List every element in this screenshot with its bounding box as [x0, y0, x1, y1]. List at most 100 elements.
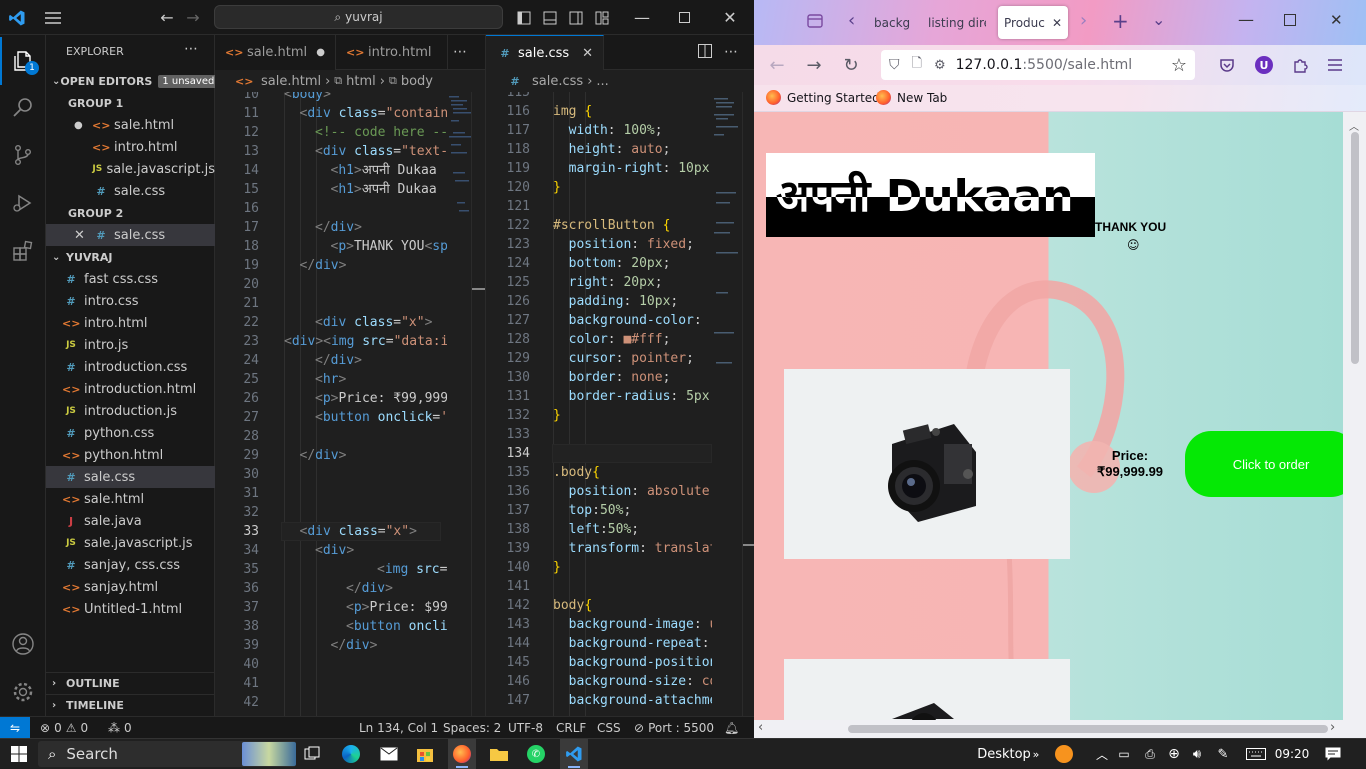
extensions-icon[interactable] [0, 227, 46, 275]
breadcrumb-body[interactable]: body [401, 74, 433, 89]
maximize-icon[interactable] [664, 0, 704, 35]
breadcrumb-html[interactable]: html [346, 74, 376, 89]
taskbar-search[interactable]: ⌕ Search [38, 741, 296, 767]
firefox-view-icon[interactable] [806, 12, 824, 34]
breadcrumb-file[interactable]: sale.css [532, 74, 583, 89]
tab-intro-html[interactable]: <> intro.html [336, 35, 448, 70]
editor-more-icon[interactable]: ⋯ [453, 44, 467, 60]
extensions-puzzle-icon[interactable] [1285, 45, 1315, 85]
live-server-port[interactable]: ⊘ Port : 5500 [634, 717, 714, 739]
source-control-icon[interactable] [0, 131, 46, 179]
ff-close-icon[interactable]: ✕ [1330, 11, 1343, 29]
cursor-position[interactable]: Ln 134, Col 1 [359, 717, 438, 739]
language-mode[interactable]: CSS [597, 717, 621, 739]
notification-center-icon[interactable] [1320, 739, 1346, 769]
click-to-order-button[interactable]: Click to order [1185, 431, 1343, 497]
tab-close-icon[interactable]: ✕ [1052, 16, 1062, 30]
nav-forward-icon[interactable]: → [178, 0, 208, 35]
breadcrumb-more[interactable]: ... [596, 74, 608, 89]
folder-header[interactable]: ⌄ YUVRAJ [46, 246, 215, 268]
outline-header[interactable]: › OUTLINE [46, 672, 215, 694]
mail-icon[interactable] [376, 739, 402, 769]
file-item-intro-html[interactable]: <> intro.html [46, 312, 215, 334]
weather-sun-icon[interactable] [1052, 739, 1076, 769]
file-item-intro-css[interactable]: # intro.css [46, 290, 215, 312]
open-editors-header[interactable]: ⌄ OPEN EDITORS 1 unsaved [46, 70, 219, 92]
volume-icon[interactable]: 🔊︎ [1186, 739, 1208, 769]
battery-icon[interactable]: ▭ [1114, 739, 1134, 769]
breadcrumb-file[interactable]: sale.html [261, 74, 321, 89]
editor1-scrollbar[interactable] [471, 92, 485, 716]
file-item-introduction-html[interactable]: <> introduction.html [46, 378, 215, 400]
minimize-icon[interactable]: — [622, 0, 662, 35]
unsaved-dot-icon[interactable]: ● [316, 47, 325, 58]
bookmark-getting-started[interactable]: Getting Started [766, 90, 880, 105]
run-debug-icon[interactable] [0, 179, 46, 227]
search-view-icon[interactable] [0, 83, 46, 131]
tab-product-active[interactable]: Produc ✕ [998, 6, 1068, 39]
tab-scroll-left-icon[interactable]: ‹ [848, 10, 855, 31]
problems-indicator[interactable]: ⊗ 0 ⚠ 0 [40, 717, 88, 739]
h-scroll-thumb[interactable] [848, 725, 1328, 733]
ports-indicator[interactable]: ⁂ 0 [108, 717, 132, 739]
file-item-sale-css[interactable]: # sale.css [46, 466, 215, 488]
account-avatar[interactable]: U [1249, 45, 1279, 85]
tab-sale-css[interactable]: # sale.css ✕ [486, 35, 604, 70]
unsaved-dot-icon[interactable]: ● [74, 120, 88, 131]
file-item-intro-js[interactable]: JS intro.js [46, 334, 215, 356]
encoding[interactable]: UTF-8 [508, 717, 543, 739]
line-endings[interactable]: CRLF [556, 717, 586, 739]
scroll-left-icon[interactable]: ‹ [758, 720, 763, 735]
minimap-2[interactable] [712, 92, 742, 716]
timeline-header[interactable]: › TIMELINE [46, 694, 215, 716]
bookmark-new-tab[interactable]: New Tab [876, 90, 947, 105]
shield-icon[interactable]: ⛉ [889, 57, 900, 73]
close-icon[interactable]: ✕ [710, 0, 750, 35]
remote-icon[interactable]: ⇋ [0, 717, 30, 739]
edge-icon[interactable] [338, 739, 364, 769]
manage-gear-icon[interactable] [0, 668, 46, 716]
close-icon[interactable]: ✕ [74, 228, 88, 243]
vscode-taskbar-icon[interactable] [560, 739, 588, 769]
list-all-tabs-icon[interactable]: ⌄ [1152, 10, 1165, 29]
toggle-primary-sidebar-icon[interactable] [512, 0, 536, 35]
ff-maximize-icon[interactable] [1284, 14, 1296, 30]
menu-icon[interactable] [38, 0, 68, 35]
file-item-sale-javascript-js[interactable]: JS sale.javascript.js [46, 532, 215, 554]
hidden-icons-chevron-icon[interactable]: ︿ [1094, 739, 1110, 769]
permissions-icon[interactable]: ⚙ [934, 58, 946, 73]
forward-arrow-icon[interactable]: → [799, 45, 829, 85]
editor-more-icon[interactable]: ⋯ [724, 44, 738, 60]
file-item-python-html[interactable]: <> python.html [46, 444, 215, 466]
tab-sale-html[interactable]: <> sale.html ● [215, 35, 336, 70]
command-center-search[interactable]: ⌕ yuvraj [214, 5, 503, 29]
toolbar-expand-icon[interactable]: » [1030, 739, 1042, 769]
file-item-sale-css[interactable]: ✕ # sale.css [46, 224, 215, 246]
desktop-toolbar-label[interactable]: Desktop [977, 739, 1031, 769]
indentation[interactable]: Spaces: 2 [443, 717, 501, 739]
bookmark-star-icon[interactable]: ☆ [1171, 55, 1187, 76]
reload-icon[interactable]: ↻ [836, 45, 866, 85]
file-item-intro-html[interactable]: <> intro.html [46, 136, 215, 158]
file-item-sale-java[interactable]: Jsale.java [46, 510, 215, 532]
customize-layout-icon[interactable] [590, 0, 614, 35]
tab-close-icon[interactable]: ✕ [582, 46, 593, 61]
file-item-sale-html[interactable]: <> sale.html [46, 488, 215, 510]
file-item-sale-html[interactable]: ● <> sale.html [46, 114, 215, 136]
task-view-icon[interactable] [300, 739, 324, 769]
keyboard-icon[interactable] [1244, 739, 1268, 769]
code-editor-1[interactable]: 10 <body> 11 <div class="contain 12 <!-- code… [215, 92, 485, 716]
file-item-sanjay-html[interactable]: <> sanjay.html [46, 576, 215, 598]
file-item-sanjay-css-css[interactable]: # sanjay, css.css [46, 554, 215, 576]
scroll-right-icon[interactable]: › [1330, 720, 1335, 735]
network-globe-icon[interactable]: ⊕ [1164, 739, 1184, 769]
url-bar[interactable]: ⛉ 🗋︎ ⚙ 127.0.0.1 :5500/sale.html ☆ [881, 50, 1195, 80]
toggle-secondary-sidebar-icon[interactable] [564, 0, 588, 35]
file-item-fast-css-css[interactable]: # fast css.css [46, 268, 215, 290]
page-vertical-scrollbar[interactable]: ︿ [1343, 112, 1366, 720]
new-tab-plus-icon[interactable]: + [1112, 9, 1129, 33]
ff-minimize-icon[interactable]: — [1238, 10, 1254, 29]
meet-now-icon[interactable]: ⎙ [1140, 739, 1160, 769]
tab-listing[interactable]: listing dire [922, 6, 986, 39]
scroll-up-icon[interactable]: ︿ [1349, 118, 1359, 133]
